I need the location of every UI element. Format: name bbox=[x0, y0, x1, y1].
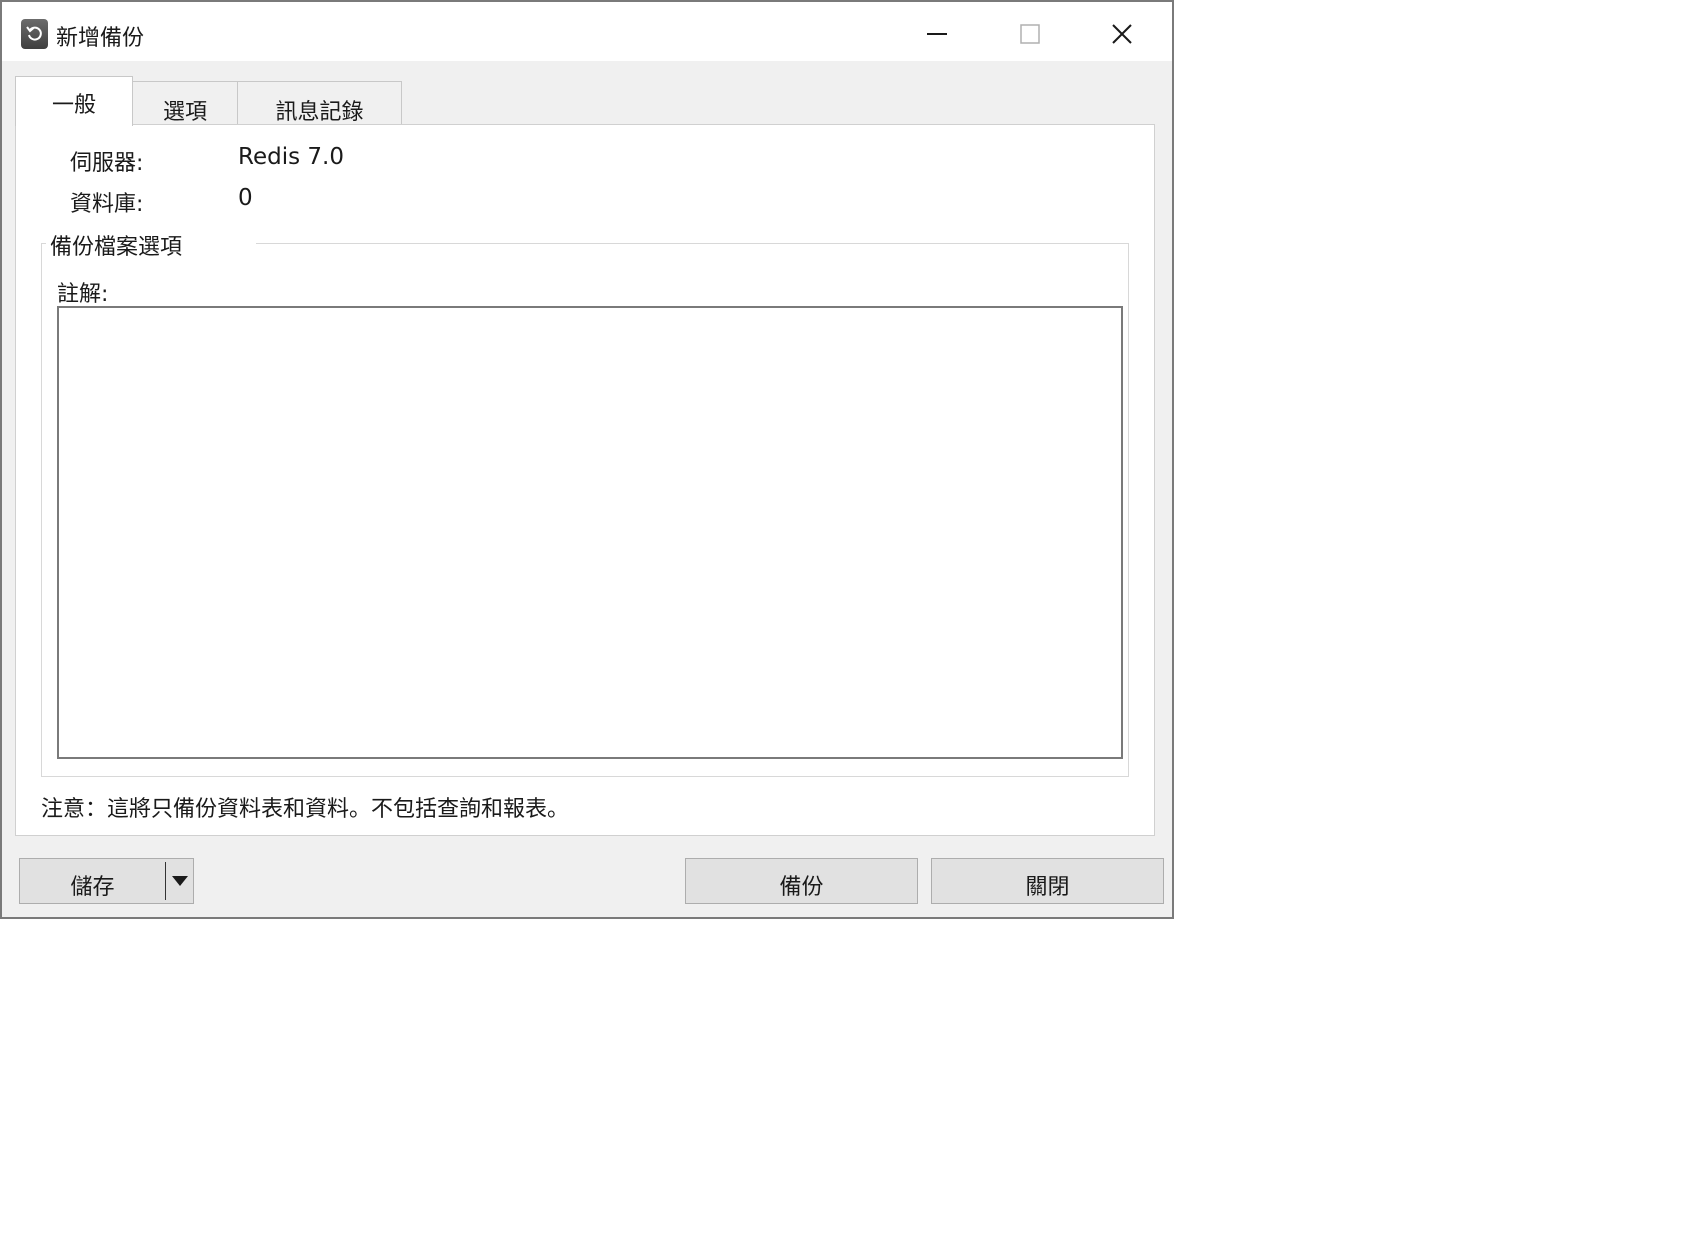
group-title: 備份檔案選項 bbox=[46, 229, 256, 261]
general-panel: 伺服器: Redis 7.0 資料庫: 0 備份檔案選項 註解: 注意：這將只備… bbox=[15, 124, 1155, 836]
close-button[interactable]: 關閉 bbox=[931, 858, 1164, 904]
caret-down-icon[interactable] bbox=[170, 874, 190, 888]
title-bar[interactable]: 新增備份 bbox=[2, 2, 1172, 61]
close-icon bbox=[1112, 24, 1132, 44]
minimize-icon bbox=[927, 33, 947, 35]
server-value: Redis 7.0 bbox=[238, 144, 344, 170]
database-label: 資料庫: bbox=[70, 192, 144, 217]
tab-label: 訊息記錄 bbox=[275, 100, 364, 125]
minimize-button[interactable] bbox=[907, 14, 967, 54]
backup-button[interactable]: 備份 bbox=[685, 858, 918, 904]
database-value: 0 bbox=[238, 185, 253, 211]
tab-message-log[interactable]: 訊息記錄 bbox=[237, 81, 402, 125]
tab-label: 選項 bbox=[162, 100, 207, 125]
close-window-button[interactable] bbox=[1092, 14, 1152, 54]
save-button[interactable]: 儲存 bbox=[20, 869, 165, 901]
tab-options[interactable]: 選項 bbox=[131, 81, 239, 125]
maximize-icon bbox=[1020, 24, 1040, 44]
tab-label: 一般 bbox=[51, 93, 96, 118]
comment-label: 註解: bbox=[57, 282, 109, 307]
backup-note: 注意：這將只備份資料表和資料。不包括查詢和報表。 bbox=[41, 797, 570, 822]
comment-textarea[interactable] bbox=[57, 306, 1123, 759]
backup-button-label: 備份 bbox=[779, 875, 824, 900]
maximize-button[interactable] bbox=[1000, 14, 1060, 54]
close-button-label: 關閉 bbox=[1025, 875, 1070, 900]
split-divider bbox=[165, 862, 166, 900]
tab-general[interactable]: 一般 bbox=[15, 76, 133, 126]
save-split-button[interactable]: 儲存 bbox=[19, 858, 194, 904]
backup-dialog: 新增備份 一般 選項 訊息記錄 伺服器: Redis 7.0 資料庫: 0 備份… bbox=[0, 0, 1174, 919]
server-label: 伺服器: bbox=[70, 151, 144, 176]
window-title: 新增備份 bbox=[56, 26, 145, 51]
backup-restore-icon bbox=[21, 19, 48, 49]
